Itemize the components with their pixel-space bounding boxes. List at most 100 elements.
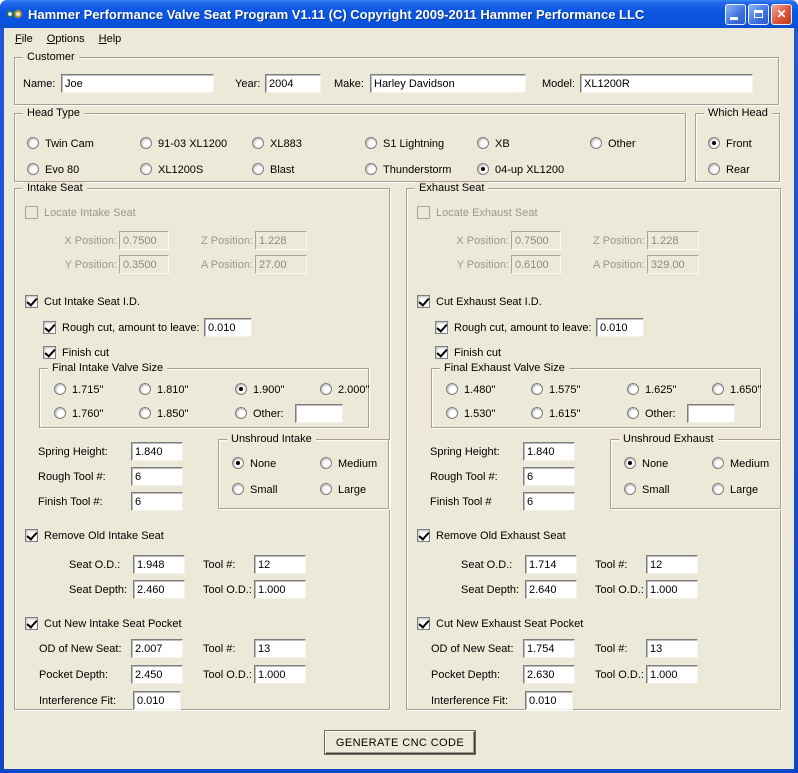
name-input[interactable] bbox=[61, 74, 214, 93]
maximize-button[interactable] bbox=[748, 3, 769, 25]
intake-remove-tool-num-input[interactable] bbox=[254, 555, 306, 574]
cut-exhaust-seat-id-checkbox[interactable] bbox=[417, 295, 430, 308]
exhaust-pocket-depth-input[interactable] bbox=[523, 665, 575, 684]
remove-old-exhaust-seat-checkbox[interactable] bbox=[417, 529, 430, 542]
exhaust-valve-other-input[interactable] bbox=[687, 404, 735, 423]
exhaust-valve-radio-1650[interactable] bbox=[712, 383, 724, 395]
exhaust-od-new-seat-input[interactable] bbox=[523, 639, 575, 658]
exhaust-rough-tool-input[interactable] bbox=[523, 467, 575, 486]
intake-unshroud-radio-small[interactable] bbox=[232, 483, 244, 495]
window-title: Hammer Performance Valve Seat Program V1… bbox=[28, 6, 645, 22]
which-head-legend: Which Head bbox=[704, 107, 772, 120]
spring-height-label: Spring Height: bbox=[38, 446, 108, 458]
intake-od-new-seat-input[interactable] bbox=[131, 639, 183, 658]
intake-unshroud-radio-none[interactable] bbox=[232, 457, 244, 469]
exhaust-valve-radio-1530[interactable] bbox=[446, 407, 458, 419]
exhaust-seat-depth-input[interactable] bbox=[525, 580, 577, 599]
head-type-radio-91-03-xl1200[interactable] bbox=[140, 137, 152, 149]
intake-valve-radio-other[interactable] bbox=[235, 407, 247, 419]
intake-valve-other-input[interactable] bbox=[295, 404, 343, 423]
year-input[interactable] bbox=[265, 74, 321, 93]
intake-unshroud-radio-large[interactable] bbox=[320, 483, 332, 495]
exhaust-pocket-tool-od-input[interactable] bbox=[646, 665, 698, 684]
exhaust-valve-radio-1625[interactable] bbox=[627, 383, 639, 395]
menu-file[interactable]: File bbox=[8, 30, 40, 48]
head-type-radio-evo-80[interactable] bbox=[27, 163, 39, 175]
exhaust-valve-radio-1615[interactable] bbox=[531, 407, 543, 419]
head-type-radio-blast[interactable] bbox=[252, 163, 264, 175]
exhaust-unshroud-radio-none[interactable] bbox=[624, 457, 636, 469]
exhaust-valve-radio-1480[interactable] bbox=[446, 383, 458, 395]
exhaust-rough-cut-checkbox[interactable] bbox=[435, 321, 448, 334]
exhaust-unshroud-radio-medium[interactable] bbox=[712, 457, 724, 469]
which-head-radio-rear[interactable] bbox=[708, 163, 720, 175]
unshroud-exhaust-group: Unshroud Exhaust None Medium Small Large bbox=[610, 433, 781, 509]
intake-seat-depth-input[interactable] bbox=[133, 580, 185, 599]
generate-cnc-code-button[interactable]: GENERATE CNC CODE bbox=[325, 731, 475, 754]
intake-seat-od-input[interactable] bbox=[133, 555, 185, 574]
intake-pocket-tool-od-input[interactable] bbox=[254, 665, 306, 684]
minimize-button[interactable] bbox=[725, 3, 746, 25]
head-type-radio-04-up-xl1200[interactable] bbox=[477, 163, 489, 175]
intake-rough-cut-checkbox[interactable] bbox=[43, 321, 56, 334]
exhaust-interference-fit-input[interactable] bbox=[525, 691, 573, 710]
intake-valve-radio-1900[interactable] bbox=[235, 383, 247, 395]
exhaust-remove-tool-num-input[interactable] bbox=[646, 555, 698, 574]
intake-spring-height-input[interactable] bbox=[131, 442, 183, 461]
cut-new-exhaust-seat-pocket-checkbox[interactable] bbox=[417, 617, 430, 630]
radio-label: 1.650" bbox=[730, 384, 762, 396]
exhaust-remove-tool-od-input[interactable] bbox=[646, 580, 698, 599]
cut-intake-seat-id-checkbox[interactable] bbox=[25, 295, 38, 308]
exhaust-finish-tool-input[interactable] bbox=[523, 492, 575, 511]
intake-unshroud-radio-medium[interactable] bbox=[320, 457, 332, 469]
intake-rough-tool-input[interactable] bbox=[131, 467, 183, 486]
radio-label: 1.715" bbox=[72, 384, 104, 396]
head-type-radio-xl883[interactable] bbox=[252, 137, 264, 149]
radio-label: S1 Lightning bbox=[383, 138, 445, 150]
menu-options[interactable]: Options bbox=[40, 30, 92, 48]
intake-finish-cut-checkbox[interactable] bbox=[43, 346, 56, 359]
head-type-radio-twin-cam[interactable] bbox=[27, 137, 39, 149]
intake-remove-tool-od-input[interactable] bbox=[254, 580, 306, 599]
cut-new-intake-seat-pocket-checkbox[interactable] bbox=[25, 617, 38, 630]
intake-valve-radio-1760[interactable] bbox=[54, 407, 66, 419]
head-type-radio-xl1200s[interactable] bbox=[140, 163, 152, 175]
intake-interference-fit-input[interactable] bbox=[133, 691, 181, 710]
intake-valve-radio-2000[interactable] bbox=[320, 383, 332, 395]
exhaust-seat-od-input[interactable] bbox=[525, 555, 577, 574]
intake-valve-radio-1810[interactable] bbox=[139, 383, 151, 395]
intake-valve-radio-1850[interactable] bbox=[139, 407, 151, 419]
exhaust-unshroud-radio-large[interactable] bbox=[712, 483, 724, 495]
intake-valve-radio-1715[interactable] bbox=[54, 383, 66, 395]
exhaust-finish-cut-checkbox[interactable] bbox=[435, 346, 448, 359]
menu-bar: File Options Help bbox=[4, 28, 794, 50]
exhaust-pocket-tool-num-input[interactable] bbox=[646, 639, 698, 658]
intake-rough-cut-input[interactable] bbox=[204, 318, 252, 337]
exhaust-unshroud-radio-small[interactable] bbox=[624, 483, 636, 495]
which-head-radio-front[interactable] bbox=[708, 137, 720, 149]
intake-finish-tool-input[interactable] bbox=[131, 492, 183, 511]
model-input[interactable] bbox=[580, 74, 753, 93]
head-type-group: Head Type Twin Cam 91-03 XL1200 XL883 S1… bbox=[14, 107, 686, 182]
radio-label: Medium bbox=[338, 458, 378, 470]
remove-old-intake-seat-checkbox[interactable] bbox=[25, 529, 38, 542]
menu-help[interactable]: Help bbox=[92, 30, 129, 48]
head-type-radio-s1-lightning[interactable] bbox=[365, 137, 377, 149]
exhaust-spring-height-input[interactable] bbox=[523, 442, 575, 461]
close-button[interactable]: ✕ bbox=[771, 3, 792, 25]
make-input[interactable] bbox=[370, 74, 526, 93]
head-type-radio-thunderstorm[interactable] bbox=[365, 163, 377, 175]
head-type-radio-xb[interactable] bbox=[477, 137, 489, 149]
checkbox-label: Cut New Intake Seat Pocket bbox=[44, 618, 182, 630]
intake-pocket-depth-input[interactable] bbox=[131, 665, 183, 684]
head-type-radio-other[interactable] bbox=[590, 137, 602, 149]
tool-od-label: Tool O.D.: bbox=[203, 669, 252, 681]
intake-valve-size-group: Final Intake Valve Size 1.715" 1.810" 1.… bbox=[39, 362, 369, 428]
y-position-label: Y Position: bbox=[456, 259, 509, 271]
intake-pocket-tool-num-input[interactable] bbox=[254, 639, 306, 658]
exhaust-valve-radio-1575[interactable] bbox=[531, 383, 543, 395]
exhaust-valve-radio-other[interactable] bbox=[627, 407, 639, 419]
exhaust-rough-cut-input[interactable] bbox=[596, 318, 644, 337]
seat-depth-label: Seat Depth: bbox=[69, 584, 128, 596]
radio-label: 1.615" bbox=[549, 408, 581, 420]
